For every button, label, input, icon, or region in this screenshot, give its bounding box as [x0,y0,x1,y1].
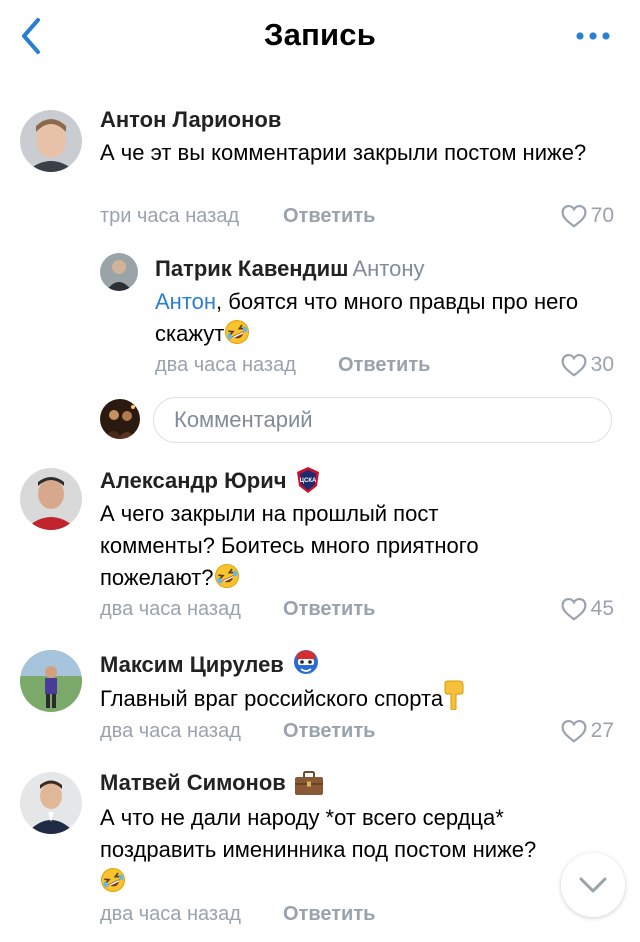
rolling-laughing-emoji [100,867,126,893]
comment-author[interactable]: Матвей Симонов [100,770,324,796]
reply-to[interactable]: Антону [352,256,424,281]
like-button[interactable]: 27 [561,719,614,743]
avatar[interactable] [20,772,82,834]
comment-time: два часа назад [100,903,241,925]
scroll-down-button[interactable] [561,853,625,917]
like-count: 27 [590,719,614,742]
heart-icon [561,204,587,228]
comment-text: А что не дали народу *от всего сердца* п… [100,802,610,898]
avatar[interactable] [20,110,82,172]
svg-text:ЦСКА: ЦСКА [299,478,316,484]
captain-shield-badge [293,650,318,674]
reply-author-name[interactable]: Патрик Кавендиш [155,256,348,281]
reply-button[interactable]: Ответить [283,598,375,621]
like-count: 45 [590,597,614,620]
briefcase-emoji [294,771,323,795]
heart-icon [561,597,587,621]
comment-author[interactable]: Максим Цирулев [100,648,320,678]
rolling-laughing-emoji [214,563,240,589]
rolling-laughing-emoji [224,319,250,345]
reply-button[interactable]: Ответить [283,720,375,743]
comment-time: два часа назад [155,354,296,376]
comment-time: два часа назад [100,598,241,620]
heart-icon [561,353,587,377]
comment-text: А че эт вы комментарии закрыли постом ни… [100,140,587,165]
comment-time: два часа назад [100,720,241,742]
pointing-down-emoji [444,680,464,710]
avatar[interactable] [20,468,82,530]
reply-button[interactable]: Ответить [283,903,375,926]
like-count: 70 [590,204,614,227]
like-button[interactable]: 30 [561,353,614,377]
reply-button[interactable]: Ответить [283,205,375,228]
comment-author[interactable]: Антон Ларионов [100,107,281,133]
chevron-down-icon [579,877,607,893]
heart-icon [561,719,587,743]
comment-text: Антон, боятся что много правды про него … [155,289,579,346]
mention-link[interactable]: Антон [155,289,216,314]
comment-text: Главный враг российского спорта [100,680,600,715]
avatar[interactable] [20,650,82,712]
more-button[interactable] [574,26,614,46]
like-button[interactable]: 70 [561,204,614,228]
comment-author[interactable]: Александр Юрич ЦСКА [100,466,321,494]
comment-author[interactable]: Патрик Кавендиш Антону [155,256,424,282]
my-avatar[interactable] [100,399,140,439]
comment-input[interactable] [153,397,612,443]
like-button[interactable]: 45 [561,597,614,621]
more-dots-icon [576,32,610,40]
comment-text: А чего закрыли на прошлый пост комменты?… [100,501,479,590]
avatar[interactable] [100,253,138,291]
cska-badge: ЦСКА [296,467,319,493]
page-title: Запись [264,17,376,52]
reply-button[interactable]: Ответить [338,354,430,377]
comment-time: три часа назад [100,205,240,227]
app-header: Запись [0,0,640,76]
like-count: 30 [590,353,614,376]
